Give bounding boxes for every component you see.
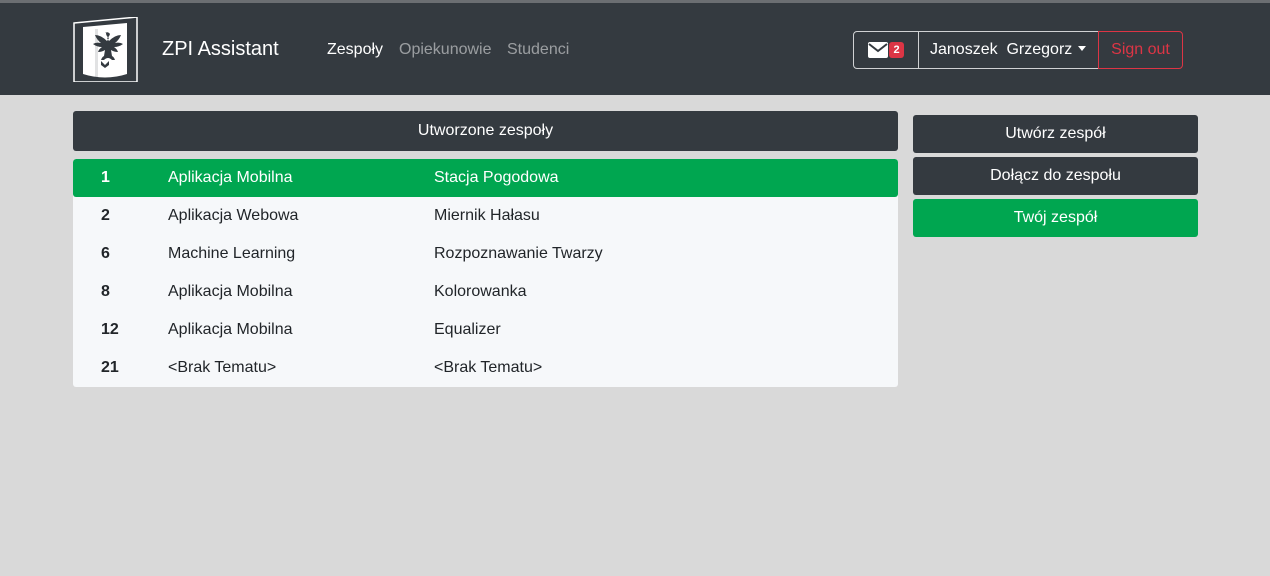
app-title[interactable]: ZPI Assistant [162, 37, 279, 61]
team-category: Aplikacja Mobilna [168, 169, 293, 186]
table-row[interactable]: 2 Aplikacja Webowa Miernik Hałasu [73, 197, 898, 235]
sign-out-button[interactable]: Sign out [1098, 31, 1183, 69]
table-row[interactable]: 21 <Brak Tematu> <Brak Tematu> [73, 349, 898, 387]
table-row[interactable]: 12 Aplikacja Mobilna Equalizer [73, 311, 898, 349]
nav-link-studenci[interactable]: Studenci [507, 40, 569, 60]
message-count-badge: 2 [889, 42, 904, 58]
caret-down-icon [1078, 46, 1087, 51]
user-dropdown-button[interactable]: Janoszek Grzegorz [918, 31, 1099, 69]
table-row[interactable]: 8 Aplikacja Mobilna Kolorowanka [73, 273, 898, 311]
navbar: ZPI Assistant Zespoły Opiekunowie Studen… [0, 3, 1270, 95]
team-topic: Equalizer [434, 321, 501, 338]
team-id: 21 [101, 359, 119, 376]
team-topic: <Brak Tematu> [434, 359, 543, 376]
team-category: Aplikacja Webowa [168, 207, 299, 224]
team-id: 1 [101, 169, 110, 186]
table-row[interactable]: 1 Aplikacja Mobilna Stacja Pogodowa [73, 159, 898, 197]
team-id: 12 [101, 321, 119, 338]
eagle-crest-icon[interactable] [73, 16, 138, 83]
nav-link-zespoly[interactable]: Zespoły [327, 40, 383, 60]
team-category: Aplikacja Mobilna [168, 283, 293, 300]
table-row[interactable]: 6 Machine Learning Rozpoznawanie Twarzy [73, 235, 898, 273]
your-team-button[interactable]: Twój zespół [913, 199, 1198, 237]
nav-link-opiekunowie[interactable]: Opiekunowie [399, 40, 492, 60]
team-topic: Miernik Hałasu [434, 207, 540, 224]
team-topic: Rozpoznawanie Twarzy [434, 245, 603, 262]
user-name: Janoszek Grzegorz [930, 41, 1073, 58]
team-category: Aplikacja Mobilna [168, 321, 293, 338]
team-topic: Kolorowanka [434, 283, 527, 300]
create-team-button[interactable]: Utwórz zespół [913, 115, 1198, 153]
team-id: 8 [101, 283, 110, 300]
team-category: Machine Learning [168, 245, 296, 262]
team-topic: Stacja Pogodowa [434, 169, 559, 186]
messages-button[interactable]: 2 [853, 31, 919, 69]
team-id: 2 [101, 207, 110, 224]
join-team-button[interactable]: Dołącz do zespołu [913, 157, 1198, 195]
team-category: <Brak Tematu> [168, 359, 277, 376]
team-id: 6 [101, 245, 110, 262]
teams-table: 1 Aplikacja Mobilna Stacja Pogodowa 2 Ap… [73, 159, 898, 387]
teams-panel-header: Utworzone zespoły [73, 111, 898, 151]
envelope-icon [868, 42, 888, 58]
